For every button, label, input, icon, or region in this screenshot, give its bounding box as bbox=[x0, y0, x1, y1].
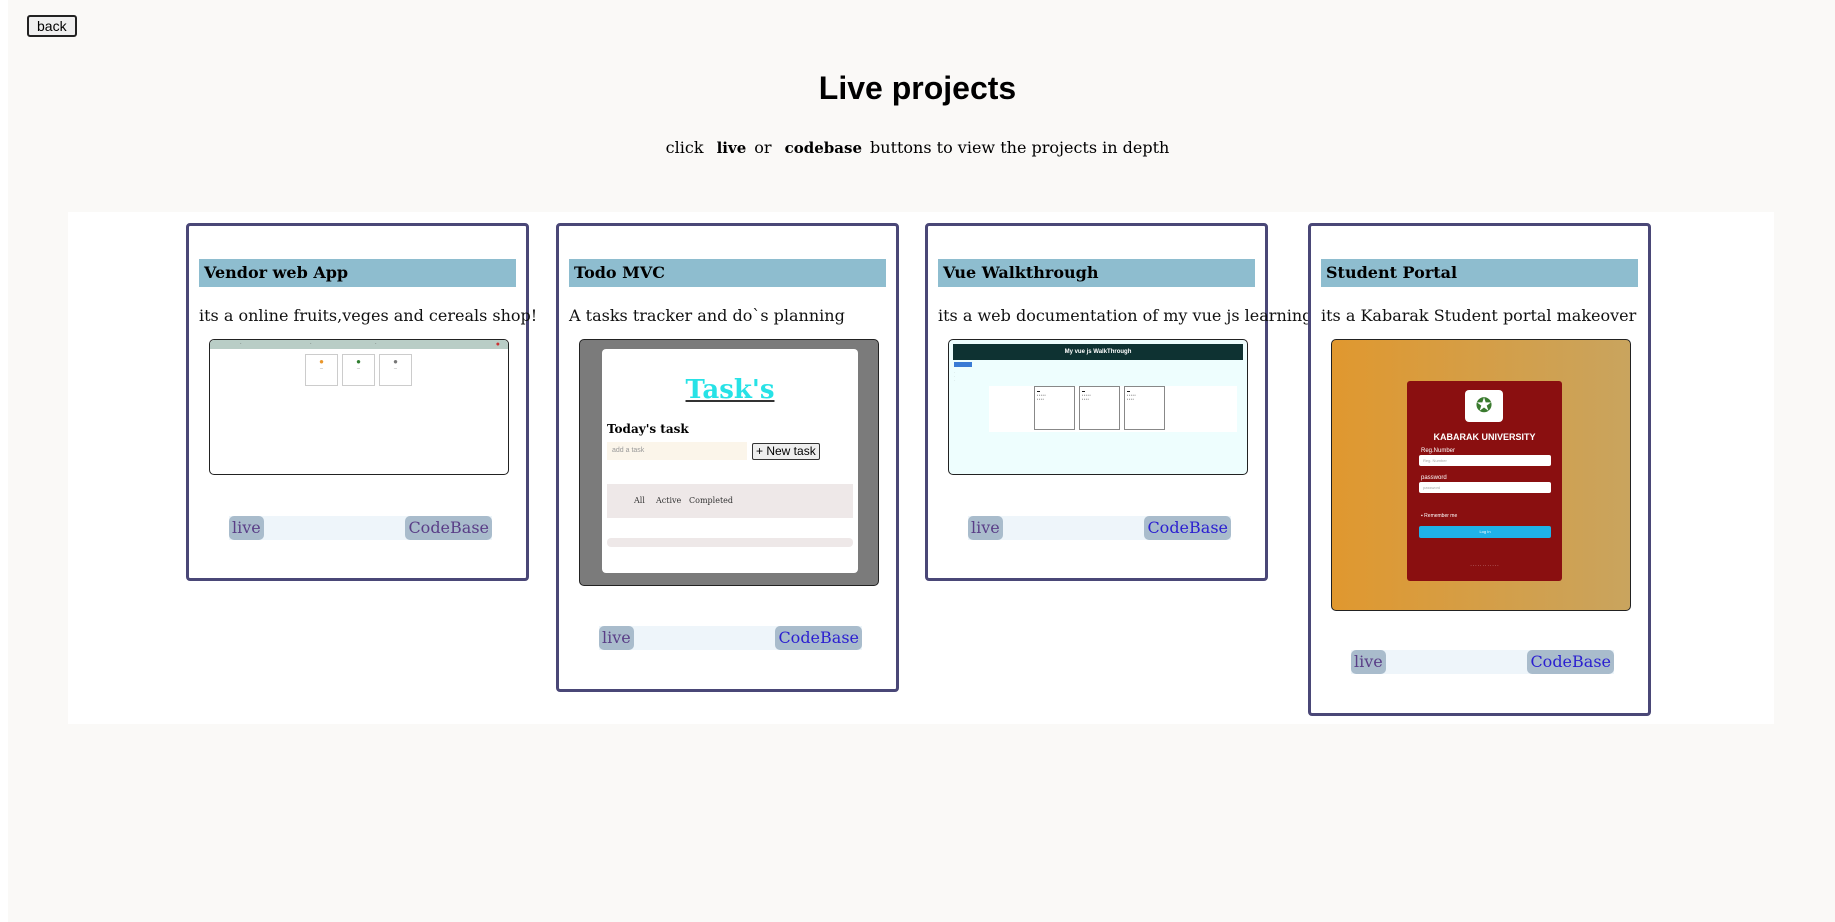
project-actions: live CodeBase bbox=[1351, 650, 1614, 674]
thumb-navbar: · · · ● bbox=[210, 340, 508, 349]
project-title: Student Portal bbox=[1321, 259, 1638, 287]
cart-icon: ● bbox=[495, 341, 500, 348]
codebase-button[interactable]: CodeBase bbox=[1527, 650, 1614, 674]
project-title: Todo MVC bbox=[569, 259, 886, 287]
thumb-today-label: Today's task bbox=[607, 422, 689, 436]
live-button[interactable]: live bbox=[599, 626, 634, 650]
project-actions: live CodeBase bbox=[229, 516, 492, 540]
thumb-login-box: ✪ KABARAK UNIVERSITY Reg.Number Reg. Num… bbox=[1407, 381, 1562, 581]
thumb-product: ● ··· bbox=[379, 354, 412, 386]
thumb-product: ● ··· bbox=[305, 354, 338, 386]
project-actions: live CodeBase bbox=[599, 626, 862, 650]
thumb-remember-label: Remember me bbox=[1424, 513, 1458, 519]
project-title: Vendor web App bbox=[199, 259, 516, 287]
thumb-card: ▬ • • • • • • • • • bbox=[1079, 386, 1120, 430]
subtitle-text-rest: buttons to view the projects in depth bbox=[870, 138, 1170, 157]
project-screenshot: · · · ● ● ··· ● ··· ● ··· bbox=[209, 339, 509, 475]
live-button[interactable]: live bbox=[968, 516, 1003, 540]
thumb-sidebar: · · · bbox=[954, 362, 972, 400]
thumb-login-button: Log In bbox=[1419, 526, 1551, 538]
thumb-todo-app: Task's Today's task add a task + New tas… bbox=[602, 349, 858, 573]
project-card-todo: Todo MVC A tasks tracker and do`s planni… bbox=[556, 223, 899, 692]
thumb-password-label: password bbox=[1421, 475, 1447, 481]
project-card-vue: Vue Walkthrough its a web documentation … bbox=[925, 223, 1363, 581]
thumb-filter-all: All bbox=[634, 496, 645, 505]
thumb-remember-me: ▪ Remember me bbox=[1421, 513, 1457, 519]
thumb-heading: Task's bbox=[685, 375, 775, 405]
codebase-button[interactable]: CodeBase bbox=[775, 626, 862, 650]
project-screenshot: My vue js WalkThrough · · · ▬ • • • • • • • … bbox=[948, 339, 1248, 475]
project-card-student-portal: Student Portal its a Kabarak Student por… bbox=[1308, 223, 1651, 716]
subtitle-live-keyword: live bbox=[716, 139, 747, 157]
live-button[interactable]: live bbox=[229, 516, 264, 540]
thumb-card: ▬ • • • • • • • • • bbox=[1124, 386, 1165, 430]
checkbox-icon: ▪ bbox=[1421, 513, 1423, 519]
project-screenshot: Task's Today's task add a task + New tas… bbox=[579, 339, 879, 586]
thumb-task-list bbox=[607, 538, 853, 547]
project-description: its a web documentation of my vue js lea… bbox=[938, 306, 1363, 325]
thumb-reg-input: Reg. Number bbox=[1419, 455, 1551, 466]
codebase-button[interactable]: CodeBase bbox=[405, 516, 492, 540]
page-title: Live projects bbox=[818, 70, 1017, 106]
project-card-vendor: Vendor web App its a online fruits,veges… bbox=[186, 223, 537, 581]
project-screenshot: ✪ KABARAK UNIVERSITY Reg.Number Reg. Num… bbox=[1331, 339, 1631, 611]
project-title: Vue Walkthrough bbox=[938, 259, 1255, 287]
thumb-university-name: KABARAK UNIVERSITY bbox=[1433, 432, 1536, 442]
live-button[interactable]: live bbox=[1351, 650, 1386, 674]
thumb-task-input: add a task bbox=[607, 442, 747, 460]
thumb-footer: · · · · · · · · · · · · bbox=[1470, 563, 1499, 568]
project-description: its a Kabarak Student portal makeover bbox=[1321, 306, 1637, 325]
thumb-reg-label: Reg.Number bbox=[1421, 448, 1456, 454]
thumb-filter-bar: All Active Completed bbox=[607, 484, 853, 518]
thumb-filter-active: Active bbox=[656, 496, 682, 505]
thumb-product-list: ● ··· ● ··· ● ··· bbox=[305, 354, 412, 386]
page-subtitle: click live or codebase buttons to view the… bbox=[0, 138, 1835, 157]
thumb-new-task-button: + New task bbox=[752, 443, 820, 460]
thumb-heading: My vue js WalkThrough bbox=[953, 344, 1243, 360]
subtitle-text-or: or bbox=[754, 138, 772, 157]
project-description: A tasks tracker and do`s planning bbox=[569, 306, 845, 325]
thumb-password-input: password bbox=[1419, 482, 1551, 493]
thumb-card: ▬ • • • • • • • • • bbox=[1034, 386, 1075, 430]
thumb-product: ● ··· bbox=[342, 354, 375, 386]
thumb-card-list: ▬ • • • • • • • • • ▬ • • • • • • • • • ▬ • •… bbox=[1034, 386, 1165, 430]
university-logo: ✪ bbox=[1465, 390, 1503, 422]
subtitle-codebase-keyword: codebase bbox=[784, 139, 863, 157]
back-button[interactable]: back bbox=[27, 15, 77, 37]
codebase-button[interactable]: CodeBase bbox=[1144, 516, 1231, 540]
project-description: its a online fruits,veges and cereals sh… bbox=[199, 306, 538, 325]
thumb-filter-completed: Completed bbox=[689, 496, 734, 505]
project-actions: live CodeBase bbox=[968, 516, 1231, 540]
subtitle-text-click: click bbox=[665, 138, 704, 157]
